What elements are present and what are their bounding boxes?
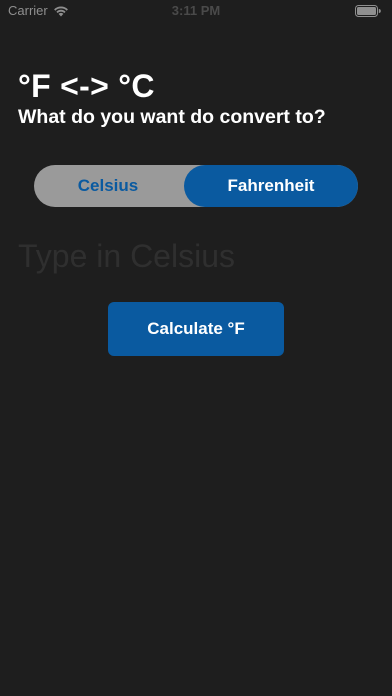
segment-celsius[interactable]: Celsius: [34, 165, 182, 207]
status-bar: Carrier 3:11 PM: [0, 0, 392, 22]
status-time: 3:11 PM: [171, 3, 221, 18]
page-subtitle: What do you want do convert to?: [18, 106, 326, 128]
calculate-button[interactable]: Calculate °F: [108, 302, 284, 356]
page-title: °F <-> °C: [18, 68, 155, 104]
segment-fahrenheit[interactable]: Fahrenheit: [184, 165, 358, 207]
unit-segmented-control: Celsius Fahrenheit: [34, 165, 358, 207]
battery-icon: [355, 5, 381, 17]
temperature-input[interactable]: [18, 234, 372, 278]
converter-screen: Carrier 3:11 PM °F <-> °C What do you wa…: [0, 0, 392, 696]
